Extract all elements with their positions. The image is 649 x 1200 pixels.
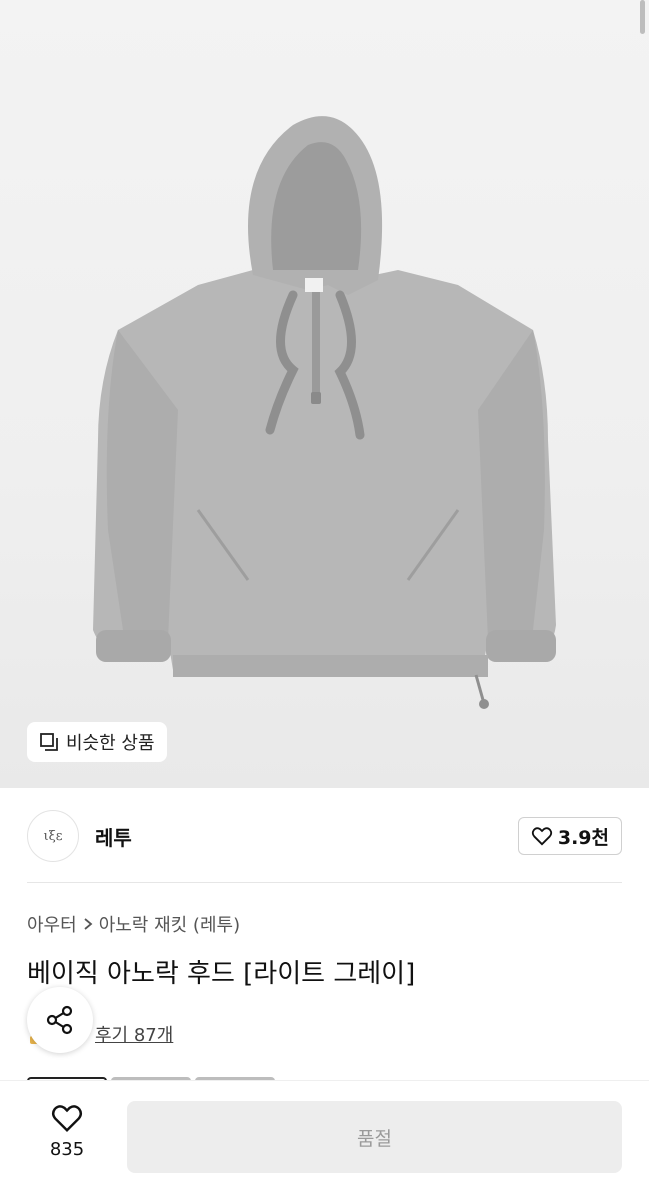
review-link[interactable]: 후기 87개 xyxy=(95,1021,173,1047)
chevron-right-icon xyxy=(84,918,93,930)
divider xyxy=(27,882,622,883)
brand-logo[interactable]: ιξε xyxy=(27,810,79,862)
similar-icon xyxy=(39,732,59,752)
wishlist-count: 835 xyxy=(49,1139,85,1160)
brand-logo-text: ιξε xyxy=(43,828,63,844)
share-button[interactable] xyxy=(27,987,93,1053)
breadcrumb: 아우터 아노락 재킷 (레투) xyxy=(27,911,240,937)
product-title: 베이직 아노락 후드 [라이트 그레이] xyxy=(27,959,416,989)
brand-like-button[interactable]: 3.9천 xyxy=(517,817,622,855)
similar-products-label: 비슷한 상품 xyxy=(66,733,155,754)
product-image-area[interactable]: 비슷한 상품 xyxy=(0,0,649,788)
brand-row: ιξε 레투 3.9천 xyxy=(27,809,622,863)
soldout-button[interactable]: 품절 xyxy=(127,1101,622,1173)
breadcrumb-subcategory[interactable]: 아노락 재킷 (레투) xyxy=(99,911,240,937)
heart-icon xyxy=(531,827,552,846)
wishlist-button[interactable]: 835 xyxy=(34,1103,100,1160)
bottom-action-bar: 835 품절 xyxy=(0,1080,649,1200)
heart-icon xyxy=(51,1105,83,1133)
similar-products-button[interactable]: 비슷한 상품 xyxy=(27,722,167,762)
brand-name[interactable]: 레투 xyxy=(95,822,132,851)
brand-like-count: 3.9천 xyxy=(557,826,609,849)
product-image xyxy=(93,116,556,709)
scrollbar[interactable] xyxy=(640,0,645,34)
share-icon xyxy=(46,1005,73,1035)
breadcrumb-category[interactable]: 아우터 xyxy=(27,911,77,937)
